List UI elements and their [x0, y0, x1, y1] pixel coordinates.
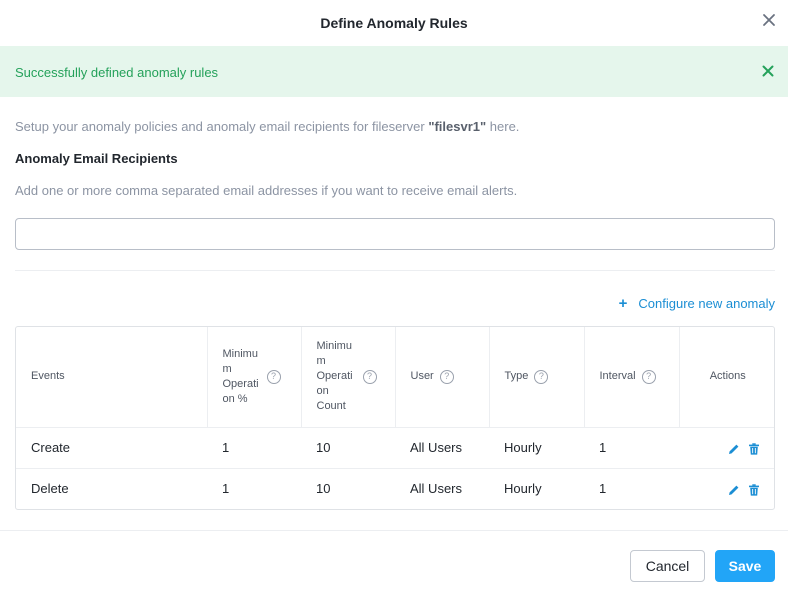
- anomaly-rules-table: Events Minimu m Operati on %? Minimu m O…: [15, 326, 775, 510]
- table-header-row: Events Minimu m Operati on %? Minimu m O…: [16, 327, 774, 428]
- plus-icon: +: [618, 295, 628, 312]
- help-icon[interactable]: ?: [439, 369, 454, 384]
- configure-new-anomaly-label: Configure new anomaly: [638, 296, 775, 311]
- divider: [15, 270, 775, 271]
- cell-actions: [679, 468, 774, 509]
- help-icon[interactable]: ?: [534, 369, 549, 384]
- cell-interval: 1: [584, 427, 679, 469]
- recipients-title: Anomaly Email Recipients: [15, 151, 178, 166]
- cell-min-count: 10: [316, 481, 331, 497]
- dialog-title: Define Anomaly Rules: [320, 15, 468, 31]
- cell-actions: [679, 427, 774, 469]
- column-header-interval: Interval?: [584, 327, 680, 428]
- cell-min-count: 10: [301, 427, 395, 469]
- close-icon[interactable]: [762, 13, 776, 27]
- help-icon[interactable]: ?: [641, 369, 656, 384]
- intro-text: Setup your anomaly policies and anomaly …: [15, 119, 519, 134]
- edit-icon[interactable]: [728, 484, 740, 496]
- cell-user: All Users: [410, 481, 463, 497]
- column-header-user: User?: [395, 327, 490, 428]
- delete-icon[interactable]: [748, 484, 760, 496]
- cell-min-pct: 1: [222, 481, 230, 497]
- success-message: Successfully defined anomaly rules: [15, 65, 219, 80]
- cell-min-pct: 1: [207, 427, 301, 469]
- footer-divider: [0, 530, 788, 531]
- cancel-button[interactable]: Cancel: [630, 550, 705, 582]
- banner-close-icon[interactable]: [762, 65, 774, 77]
- email-recipients-input[interactable]: [15, 218, 775, 250]
- cell-type: Hourly: [489, 427, 584, 469]
- help-icon[interactable]: ?: [266, 369, 281, 384]
- intro-suffix: here.: [486, 119, 520, 134]
- table-row: Delete 1 10 All Users Hourly 1: [16, 468, 774, 509]
- column-header-actions: Actions: [679, 327, 774, 428]
- column-header-min-count: Minimu m Operati on Count?: [301, 327, 396, 428]
- intro-prefix: Setup your anomaly policies and anomaly …: [15, 119, 429, 134]
- fileserver-name: "filesvr1": [428, 119, 487, 134]
- help-icon[interactable]: ?: [362, 369, 377, 384]
- cell-event: Create: [16, 427, 207, 469]
- cell-user: All Users: [395, 427, 489, 469]
- column-header-type: Type?: [489, 327, 585, 428]
- cell-event: Delete: [31, 481, 69, 497]
- configure-new-anomaly-link[interactable]: + Configure new anomaly: [619, 296, 775, 311]
- column-header-min-pct: Minimu m Operati on %?: [207, 327, 302, 428]
- delete-icon[interactable]: [748, 442, 760, 455]
- table-row: Create 1 10 All Users Hourly 1: [16, 427, 774, 469]
- save-button[interactable]: Save: [715, 550, 775, 582]
- cell-interval: 1: [599, 481, 607, 497]
- cell-type: Hourly: [504, 481, 542, 497]
- define-anomaly-rules-dialog: Define Anomaly Rules Successfully define…: [0, 0, 788, 595]
- column-header-events: Events: [16, 327, 208, 428]
- edit-icon[interactable]: [728, 443, 740, 455]
- dialog-header: Define Anomaly Rules: [0, 0, 788, 46]
- recipients-help: Add one or more comma separated email ad…: [15, 183, 518, 198]
- success-banner: Successfully defined anomaly rules: [0, 46, 788, 97]
